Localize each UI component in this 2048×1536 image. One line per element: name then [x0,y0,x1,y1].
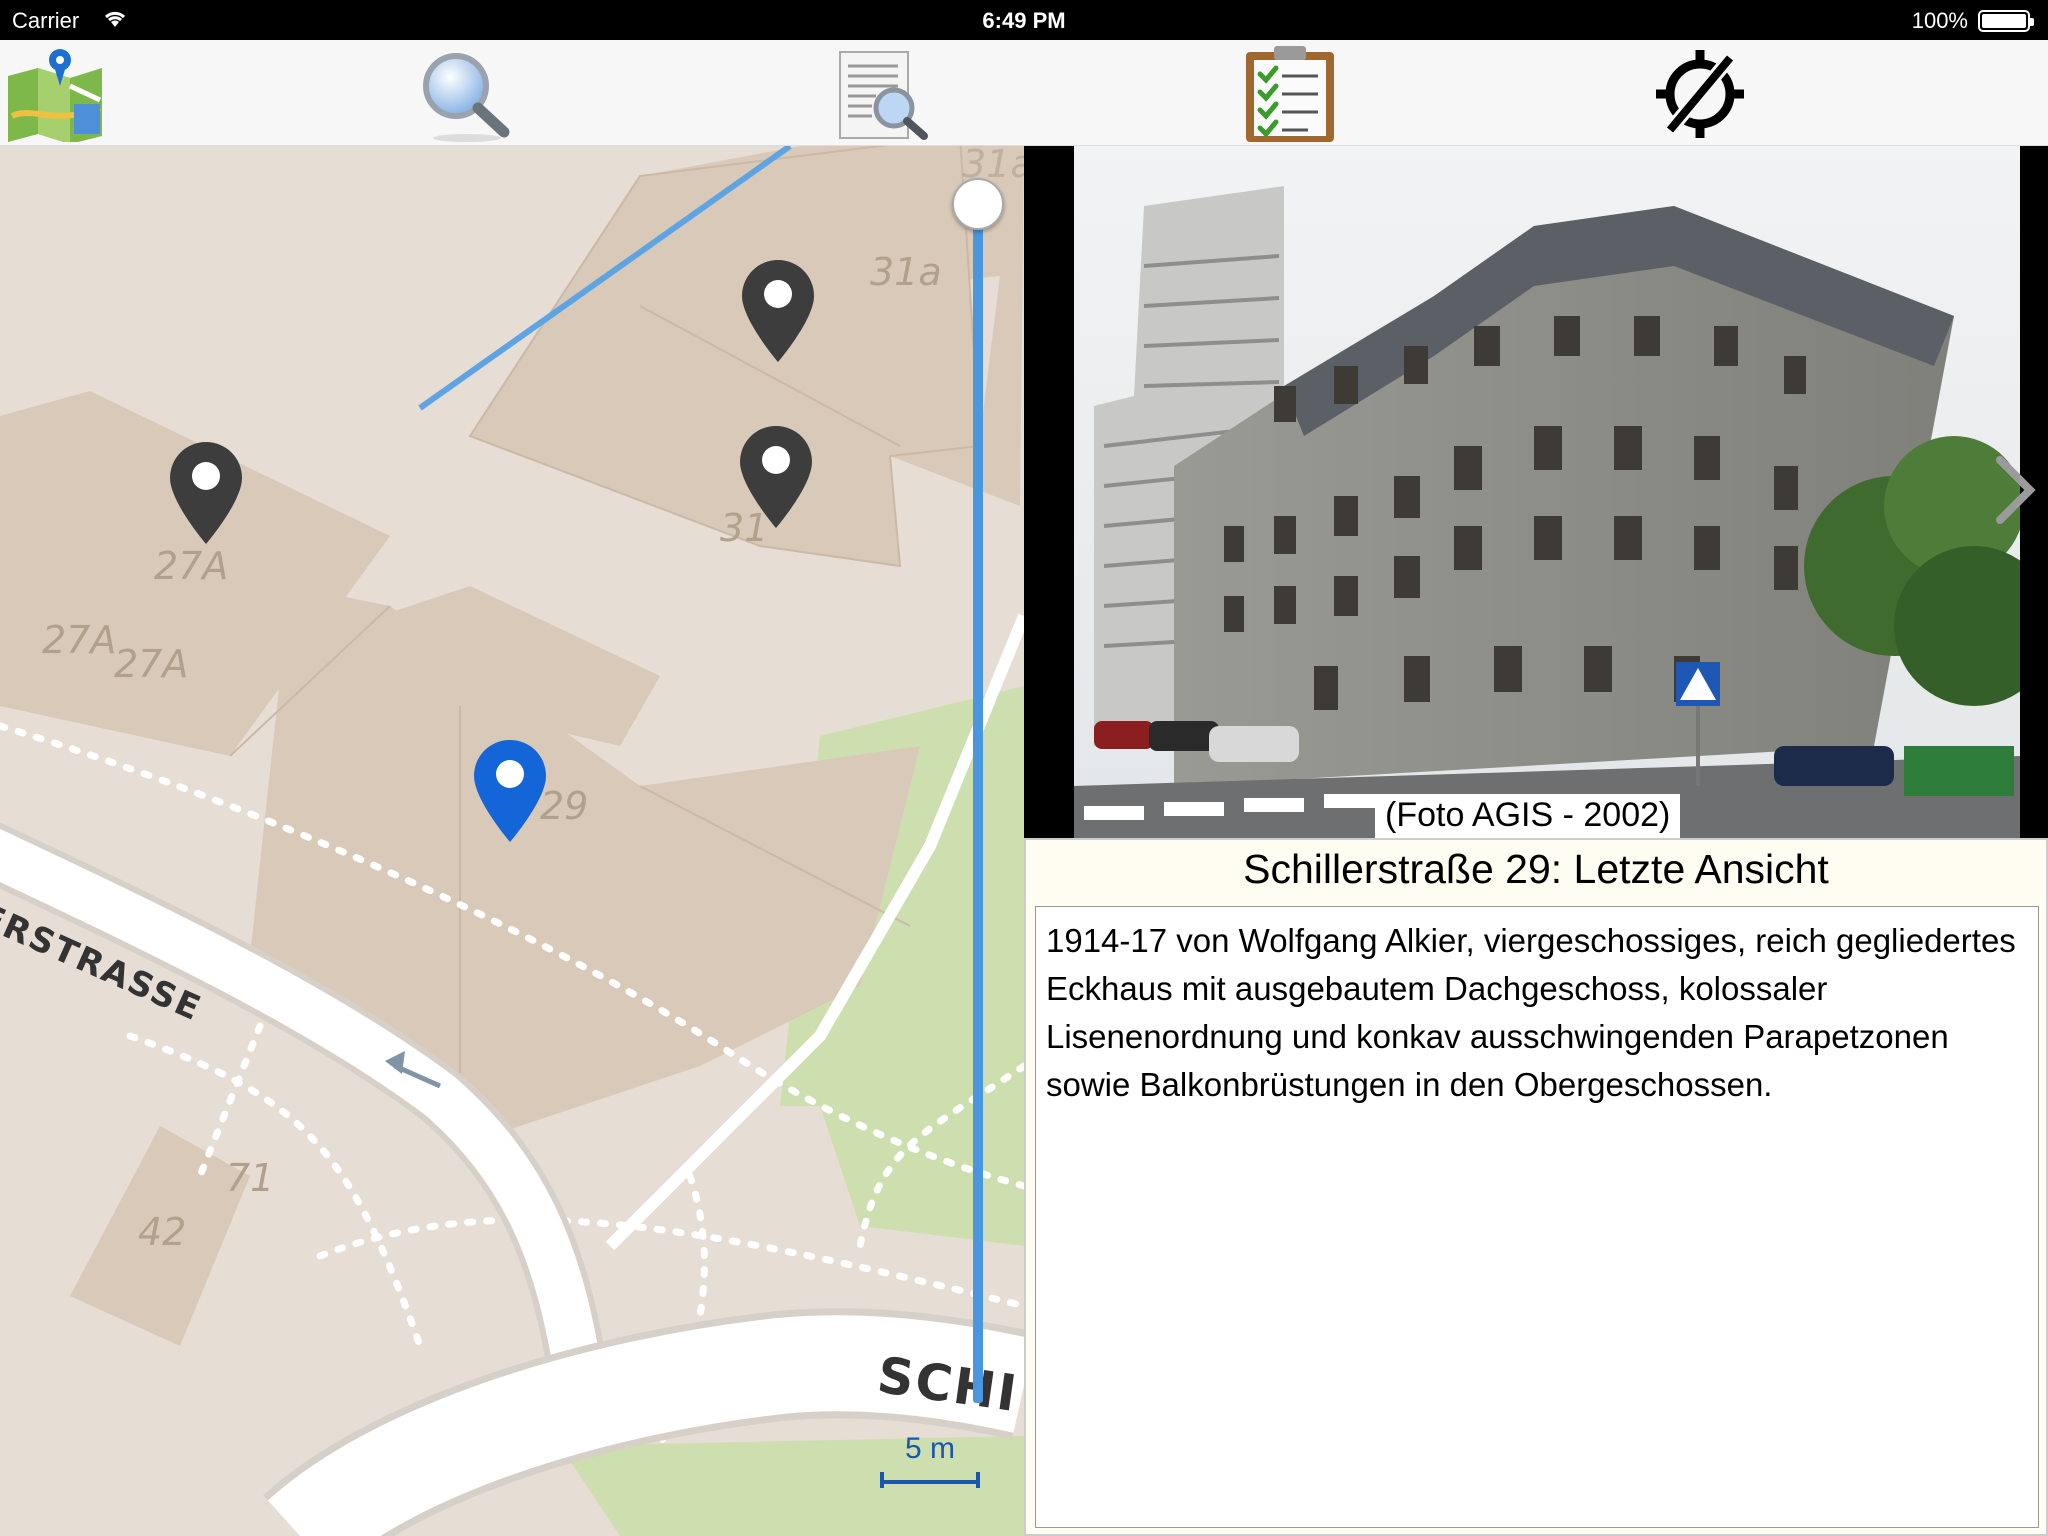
map-pin-icon[interactable] [740,258,816,364]
building-number-label: 31a [870,250,942,294]
selected-map-pin-icon[interactable] [472,738,548,844]
building-number-label: 71 [226,1156,275,1200]
building-photo[interactable] [1074,146,2020,838]
building-number-label: 27A [42,618,117,662]
scale-bar [880,1472,980,1488]
status-bar: Carrier 6:49 PM 100% [0,0,2048,40]
info-title: Schillerstraße 29: Letzte Ansicht [1243,846,1829,892]
location-toggle-button[interactable] [1648,46,1752,142]
map-view[interactable]: 31a 31 27A 27A 27A 29 71 42 31a ERSTRASS… [0,146,1024,1536]
building-number-label: 42 [138,1210,187,1254]
document-search-button[interactable] [832,46,936,142]
clipboard-checklist-icon [1246,46,1334,142]
map-scale: 5 m [878,1432,982,1492]
info-description[interactable]: 1914-17 von Wolfgang Alkier, viergeschos… [1035,906,2039,1528]
search-button[interactable] [412,46,516,142]
scale-label: 5 m [904,1432,955,1465]
map-pin-icon[interactable] [738,424,814,530]
building-number-label: 27A [114,642,189,686]
checklist-button[interactable] [1238,46,1342,142]
map-icon [8,49,102,144]
battery-percentage: 100% [1911,8,1968,33]
zoom-slider-track[interactable] [973,178,983,1403]
zoom-slider-knob[interactable] [952,178,1004,230]
zoom-slider[interactable] [952,178,1004,1536]
search-icon [423,53,510,142]
next-photo-chevron-icon[interactable] [1990,450,2040,530]
battery-icon [1978,10,2034,32]
building-number-label: 27A [154,544,229,588]
clock: 6:49 PM [982,8,1066,33]
toolbar [0,40,2048,146]
map-pin-icon[interactable] [168,440,244,546]
map-button[interactable] [4,46,108,144]
info-panel: Schillerstraße 29: Letzte Ansicht 1914-1… [1024,838,2048,1536]
photo-caption: (Foto AGIS - 2002) [1375,794,1681,838]
document-search-icon [839,51,928,140]
photo-viewer [1024,146,2048,838]
location-disabled-icon [1656,50,1744,138]
